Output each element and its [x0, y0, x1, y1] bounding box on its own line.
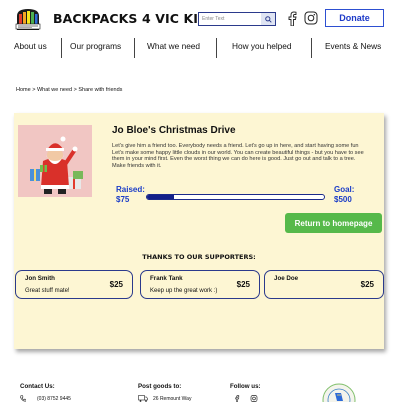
site-header: BACKPACKS 4 VIC KIDS Donate [0, 0, 400, 38]
supporter-card: Joe Doe $25 [264, 270, 384, 299]
main-nav: About us Our programs What we need How y… [0, 38, 400, 60]
goal-value: $500 [334, 195, 352, 204]
supporter-name: Frank Tank [150, 275, 183, 282]
supporter-amount: $25 [236, 280, 250, 289]
nav-item-what-we-need[interactable]: What we need [147, 41, 200, 51]
instagram-icon[interactable] [304, 11, 318, 25]
supporter-card: Jon Smith Great stuff mate! $25 [15, 270, 133, 299]
supporter-amount: $25 [109, 280, 123, 289]
backpack-logo-icon[interactable] [14, 6, 42, 32]
footer-facebook-icon[interactable] [234, 395, 240, 402]
raised-label: Raised: [116, 185, 145, 194]
supporters-heading: THANKS TO OUR SUPPORTERS: [142, 253, 256, 261]
nav-divider [216, 38, 217, 58]
site-footer: Contact Us: (03) 8752 9445 Post goods to… [0, 376, 400, 402]
post-heading: Post goods to: [138, 383, 182, 390]
santa-claus-image [18, 125, 92, 197]
donation-progress-bar [146, 194, 325, 200]
supporter-message: Keep up the great work :) [150, 288, 218, 294]
nav-item-how-you-helped[interactable]: How you helped [232, 41, 292, 51]
supporter-amount: $25 [360, 280, 374, 289]
search-button[interactable] [261, 13, 275, 25]
search-input[interactable] [199, 13, 261, 25]
partner-badge-icon [322, 383, 356, 402]
phone-icon [20, 395, 26, 402]
supporter-card: Frank Tank Keep up the great work :) $25 [140, 270, 260, 299]
goal-label: Goal: [334, 185, 355, 194]
contact-heading: Contact Us: [20, 383, 55, 390]
nav-item-about-us[interactable]: About us [14, 41, 47, 51]
nav-item-events-news[interactable]: Events & News [325, 41, 381, 51]
drive-title: Jo Bloe's Christmas Drive [112, 125, 236, 136]
drive-description: Let's give him a friend too. Everybody n… [112, 143, 364, 169]
nav-divider [311, 38, 312, 58]
breadcrumb[interactable]: Home > What we need > Share with friends [16, 87, 122, 93]
follow-heading: Follow us: [230, 383, 261, 390]
supporter-message: Great stuff mate! [25, 288, 70, 294]
search-icon [264, 15, 272, 23]
truck-icon [138, 395, 148, 402]
supporter-name: Joe Doe [274, 275, 299, 282]
post-address: 26 Remount Way [153, 396, 192, 402]
footer-instagram-icon[interactable] [250, 395, 258, 402]
return-to-homepage-button[interactable]: Return to homepage [285, 213, 382, 233]
facebook-icon[interactable] [286, 11, 298, 26]
drive-card: Jo Bloe's Christmas Drive Let's give him… [14, 113, 384, 349]
contact-phone[interactable]: (03) 8752 9445 [37, 396, 71, 402]
nav-divider [61, 38, 62, 58]
raised-value: $75 [116, 195, 130, 204]
progress-fill [147, 195, 174, 199]
nav-item-our-programs[interactable]: Our programs [70, 41, 121, 51]
brand-name: BACKPACKS 4 VIC KIDS [53, 11, 218, 26]
supporter-name: Jon Smith [25, 275, 55, 282]
search-box [198, 12, 276, 26]
nav-divider [134, 38, 135, 58]
donate-button[interactable]: Donate [325, 9, 384, 27]
